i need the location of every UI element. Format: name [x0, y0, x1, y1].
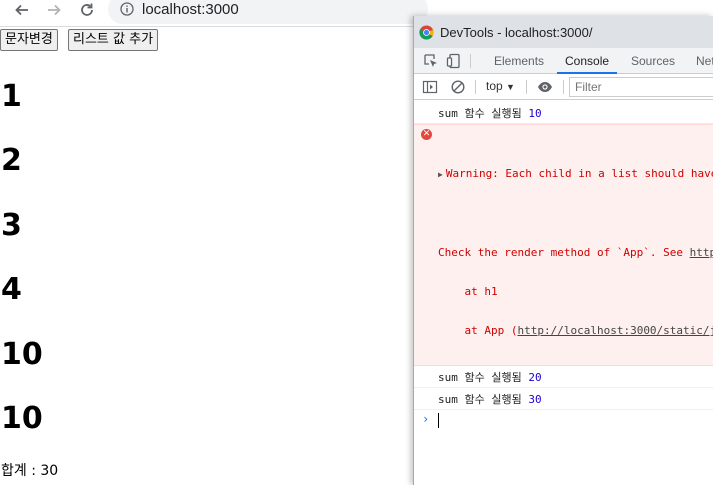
back-button[interactable]	[10, 0, 34, 20]
console-prompt[interactable]: ›	[414, 410, 713, 430]
console-filter-input[interactable]	[569, 77, 713, 97]
log-value: 20	[528, 371, 542, 384]
toolbar-separator	[475, 80, 476, 94]
tab-sources[interactable]: Sources	[623, 48, 683, 74]
list-item: 10	[1, 401, 43, 436]
console-log-message: sum 함수 실행됨 30	[414, 388, 713, 410]
list-item: 2	[1, 143, 22, 178]
warning-line-3: Check the render method of `App`. See	[438, 246, 690, 259]
warning-stack-app: at App (	[438, 324, 518, 337]
info-icon[interactable]	[120, 2, 134, 16]
context-selector[interactable]: top ▼	[486, 79, 515, 93]
clear-console-icon[interactable]	[450, 79, 466, 95]
change-text-button[interactable]: 문자변경	[0, 29, 58, 51]
warning-source-link[interactable]: http://localhost:3000/static/j	[517, 324, 713, 337]
expand-triangle-icon[interactable]: ▶	[438, 170, 443, 179]
console-output: sum 함수 실행됨 10 ✕ ▶ Warning: Each child in …	[414, 100, 713, 430]
toolbar-separator	[470, 54, 471, 68]
tab-network[interactable]: Net	[688, 48, 713, 74]
warning-line-1: Warning: Each child in a list should hav…	[445, 167, 713, 180]
log-text: sum 함수 실행됨	[438, 371, 529, 384]
console-log-message: sum 함수 실행됨 20	[414, 366, 713, 388]
inspect-element-icon[interactable]	[423, 53, 439, 69]
reload-icon	[81, 3, 93, 16]
log-value: 30	[528, 393, 542, 406]
devtools-window: DevTools - localhost:3000/ Elements Cons…	[413, 16, 713, 485]
forward-button[interactable]	[42, 0, 66, 20]
list-item: 1	[1, 79, 22, 114]
tab-console[interactable]: Console	[557, 48, 618, 74]
warning-stack-h1: at h1	[438, 285, 498, 298]
log-value: 10	[528, 107, 542, 120]
warning-blank-line	[438, 206, 713, 220]
list-item: 3	[1, 208, 22, 243]
log-text: sum 함수 실행됨	[438, 107, 529, 120]
devtools-titlebar[interactable]: DevTools - localhost:3000/	[414, 16, 713, 48]
device-toolbar-icon[interactable]	[446, 53, 462, 69]
devtools-title: DevTools - localhost:3000/	[440, 24, 593, 40]
sum-label: 합계 : 30	[1, 463, 59, 479]
console-warning-message: ✕ ▶ Warning: Each child in a list should …	[414, 124, 713, 366]
log-text: sum 함수 실행됨	[438, 393, 529, 406]
console-log-message: sum 함수 실행됨 10	[414, 100, 713, 124]
toolbar-separator	[526, 80, 527, 94]
toolbar-separator	[563, 80, 564, 94]
arrow-right-icon	[48, 4, 61, 16]
url-text: localhost:3000	[142, 0, 239, 18]
sidebar-toggle-icon[interactable]	[422, 79, 438, 95]
tab-elements[interactable]: Elements	[486, 48, 552, 74]
list-item: 4	[1, 272, 22, 307]
add-list-value-button[interactable]: 리스트 값 추가	[68, 29, 159, 51]
error-icon: ✕	[421, 129, 432, 140]
devtools-tabbar: Elements Console Sources Net	[414, 48, 713, 74]
chevron-down-icon: ▼	[506, 82, 515, 92]
reload-button[interactable]	[75, 0, 99, 20]
text-caret	[438, 413, 439, 428]
chrome-logo-icon	[419, 24, 434, 40]
arrow-left-icon	[15, 4, 28, 16]
page-content: 문자변경 리스트 값 추가 1 2 3 4 10 10 합계 : 30	[0, 28, 414, 485]
list-item: 10	[1, 337, 43, 372]
console-toolbar: top ▼	[414, 74, 713, 100]
warning-doc-link[interactable]: http	[690, 246, 713, 259]
address-bar[interactable]: localhost:3000	[108, 0, 428, 24]
prompt-chevron-icon: ›	[422, 412, 430, 426]
eye-icon[interactable]	[537, 79, 553, 95]
context-label: top	[486, 79, 503, 93]
